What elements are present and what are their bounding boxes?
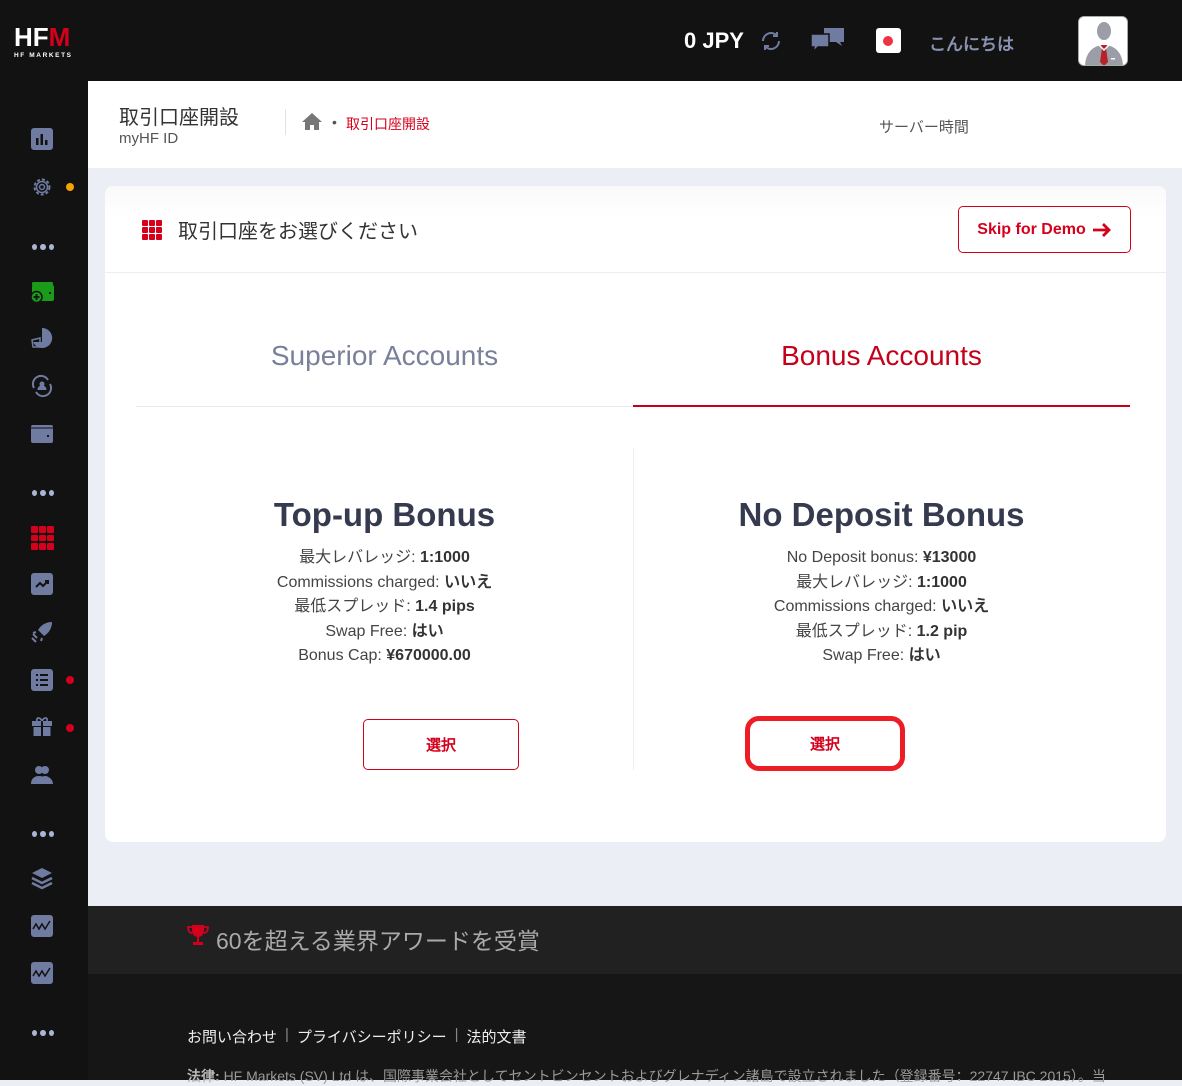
page-header: 取引口座開設 myHF ID • 取引口座開設 サーバー時間 [88, 81, 1182, 168]
feature-line: Swap Free: はい [325, 622, 444, 640]
account-selection-card: 取引口座をお選びください Skip for Demo Superior Acco… [105, 186, 1166, 842]
refresh-icon[interactable] [759, 29, 783, 53]
account-grid-icon[interactable] [31, 526, 55, 550]
settings-icon[interactable] [30, 175, 54, 199]
logo-text: HF [14, 22, 49, 52]
feature-line: 最低スプレッド: 1.2 pip [795, 622, 968, 640]
feature-line: 最大レバレッジ: 1:1000 [796, 573, 967, 591]
footer-links: お問い合わせ | プライバシーポリシー | 法的文書 [187, 1026, 527, 1047]
feature-line: Swap Free: はい [822, 647, 941, 664]
feature-line: No Deposit bonus: ¥13000 [786, 549, 977, 566]
card-header: 取引口座をお選びください Skip for Demo [105, 186, 1166, 273]
logo-subtitle: HF MARKETS [14, 52, 73, 59]
language-flag-japan[interactable] [876, 28, 901, 53]
home-icon[interactable] [301, 112, 323, 131]
account-no-deposit-bonus: No Deposit Bonus No Deposit bonus: ¥1300… [633, 496, 1130, 669]
trending-icon[interactable] [30, 572, 54, 596]
settings-badge [66, 183, 74, 191]
more-dots-icon[interactable] [32, 490, 54, 498]
account-name: Top-up Bonus [273, 496, 496, 533]
bar-chart-icon[interactable] [30, 127, 54, 151]
link-separator: | [285, 1026, 289, 1043]
trophy-icon [187, 925, 209, 945]
logo-m: M [48, 22, 71, 52]
footer-link-contact[interactable]: お問い合わせ [187, 1026, 277, 1047]
breadcrumb-separator: • [332, 114, 337, 130]
more-dots-icon[interactable] [32, 831, 54, 839]
list-badge [66, 676, 74, 684]
top-bar: HFM HF MARKETS 0 JPY こんにちは [0, 0, 1182, 81]
feature-line: 最低スプレッド: 1.4 pips [294, 598, 475, 615]
gift-icon[interactable] [30, 714, 54, 738]
select-top-up-bonus-button[interactable]: 選択 [363, 719, 519, 770]
tab-bonus-accounts[interactable]: Bonus Accounts [633, 306, 1130, 407]
legal-label: 法律: [187, 1068, 220, 1084]
legal-text: HF Markets (SV) Ltd は、国際事業会社としてセントビンセントお… [223, 1068, 1106, 1084]
account-top-up-bonus: Top-up Bonus 最大レバレッジ: 1:1000 Commissions… [136, 496, 633, 669]
pie-chart-icon[interactable] [30, 326, 54, 350]
footer: お問い合わせ | プライバシーポリシー | 法的文書 法律: HF Market… [88, 974, 1182, 1084]
account-tabs: Superior Accounts Bonus Accounts [136, 306, 1131, 407]
more-dots-icon[interactable] [32, 244, 54, 252]
hfm-logo[interactable]: HFM HF MARKETS [14, 22, 84, 59]
card-title: 取引口座をお選びください [178, 221, 418, 243]
arrow-right-icon [1092, 222, 1111, 237]
page-title: 取引口座開設 [119, 107, 239, 129]
feature-line: Commissions charged: いいえ [276, 573, 493, 591]
add-wallet-icon[interactable] [30, 280, 54, 304]
header-divider [285, 109, 286, 135]
tab-superior-accounts[interactable]: Superior Accounts [136, 306, 633, 407]
user-avatar[interactable] [1078, 16, 1128, 66]
feature-line: Commissions charged: いいえ [773, 598, 990, 615]
list-icon[interactable] [30, 668, 54, 692]
rocket-icon[interactable] [30, 620, 54, 644]
skip-button-label: Skip for Demo [977, 220, 1086, 238]
skip-for-demo-button[interactable]: Skip for Demo [958, 206, 1131, 253]
user-silhouette-icon [1079, 17, 1127, 65]
breadcrumb-current: 取引口座開設 [346, 116, 430, 132]
account-balance: 0 JPY [684, 28, 744, 53]
footer-link-privacy[interactable]: プライバシーポリシー [297, 1026, 447, 1047]
account-name: No Deposit Bonus [738, 496, 1025, 533]
layers-icon[interactable] [30, 866, 54, 890]
gift-badge [66, 724, 74, 732]
wallet-icon[interactable] [30, 422, 54, 446]
more-dots-icon[interactable] [32, 1030, 54, 1038]
chart-line-icon[interactable] [30, 914, 54, 938]
chat-icon[interactable] [810, 28, 846, 56]
chart-line-icon[interactable] [30, 961, 54, 985]
feature-line: Bonus Cap: ¥670000.00 [298, 647, 471, 664]
account-switch-icon[interactable] [30, 374, 54, 398]
select-no-deposit-bonus-button[interactable]: 選択 [745, 716, 905, 771]
link-separator: | [454, 1026, 459, 1043]
greeting-text[interactable]: こんにちは [929, 30, 1014, 55]
server-time-label: サーバー時間 [879, 119, 969, 136]
feature-line: 最大レバレッジ: 1:1000 [299, 549, 470, 566]
grid-icon [142, 220, 162, 240]
footer-link-legal[interactable]: 法的文書 [467, 1026, 527, 1047]
legal-notice: 法律: HF Markets (SV) Ltd は、国際事業会社としてセントビン… [187, 1066, 1106, 1086]
awards-banner: 60を超える業界アワードを受賞 [88, 906, 1182, 974]
sidebar [0, 81, 88, 1080]
awards-text: 60を超える業界アワードを受賞 [216, 928, 540, 954]
page-subtitle: myHF ID [119, 130, 179, 147]
users-icon[interactable] [30, 762, 54, 786]
